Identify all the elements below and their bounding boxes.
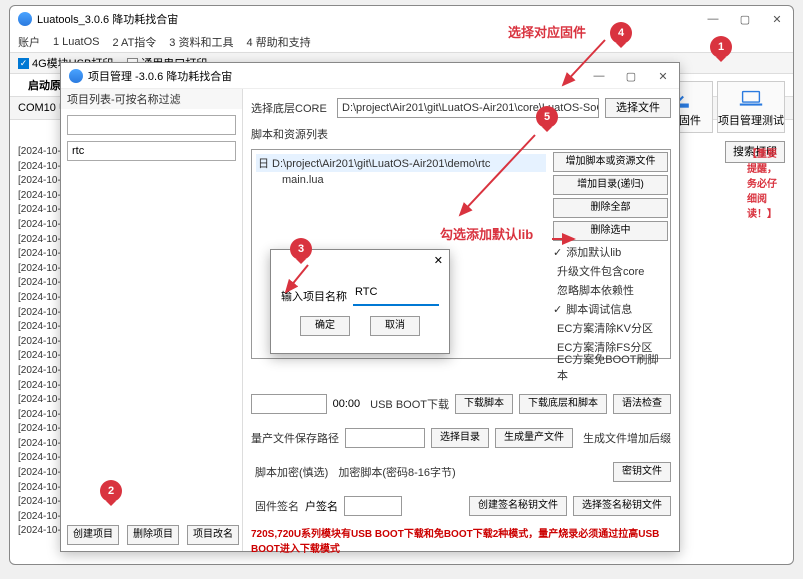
bubble-3: 3 — [290, 238, 312, 260]
maximize-icon[interactable]: ▢ — [729, 6, 761, 32]
gen-suffix-checkbox[interactable]: 生成文件增加后缀 — [579, 430, 671, 447]
download-script-button[interactable]: 下载脚本 — [455, 394, 513, 414]
sign-enable-checkbox[interactable]: 固件签名 — [251, 498, 299, 515]
mass-path-input[interactable] — [345, 428, 425, 448]
choose-keyfile-button[interactable]: 选择签名秘钥文件 — [573, 496, 671, 516]
close-icon[interactable]: ✕ — [761, 6, 793, 32]
project-name-label: 输入项目名称 — [281, 288, 347, 304]
close-icon[interactable]: ✕ — [434, 254, 443, 267]
tree-file[interactable]: main.lua — [256, 172, 546, 186]
core-label: 选择底层CORE — [251, 100, 331, 116]
mass-path-label: 量产文件保存路径 — [251, 430, 339, 446]
gen-mass-button[interactable]: 生成量产文件 — [495, 428, 573, 448]
create-project-button[interactable]: 创建项目 — [67, 525, 119, 545]
progress-input — [251, 394, 327, 414]
app-icon — [69, 69, 83, 83]
important-warning: 【重要提醒，务必仔细阅读！】 — [747, 145, 777, 220]
choose-dir-button[interactable]: 选择目录 — [431, 428, 489, 448]
cancel-button[interactable]: 取消 — [370, 316, 420, 336]
menu-item[interactable]: 3 资料和工具 — [169, 34, 233, 50]
add-dir-button[interactable]: 增加目录(递归) — [553, 175, 668, 195]
upgrade-core-checkbox[interactable]: 升级文件包含core — [553, 263, 668, 279]
menu-item[interactable]: 1 LuatOS — [53, 36, 99, 48]
project-name-input[interactable]: RTC — [353, 286, 439, 306]
encrypt-script-checkbox[interactable]: 加密脚本(密码8-16字节) — [334, 464, 455, 481]
laptop-icon — [737, 88, 765, 112]
maximize-icon[interactable]: ▢ — [615, 63, 647, 89]
delete-project-button[interactable]: 删除项目 — [127, 525, 179, 545]
script-list-label: 脚本和资源列表 — [251, 126, 331, 142]
ignore-deps-checkbox[interactable]: 忽略脚本依赖性 — [553, 282, 668, 298]
project-manage-button[interactable]: 项目管理测试 — [717, 81, 785, 133]
bubble-5: 5 — [536, 106, 558, 128]
debug-info-checkbox[interactable]: ✓脚本调试信息 — [553, 301, 668, 317]
menu-bar: 账户 1 LuatOS 2 AT指令 3 资料和工具 4 帮助和支持 — [10, 32, 793, 52]
bubble-1: 1 — [710, 36, 732, 58]
add-script-button[interactable]: 增加脚本或资源文件 — [553, 152, 668, 172]
ok-button[interactable]: 确定 — [300, 316, 350, 336]
delete-all-button[interactable]: 删除全部 — [553, 198, 668, 218]
menu-item[interactable]: 2 AT指令 — [112, 34, 156, 50]
create-keyfile-button[interactable]: 创建签名秘钥文件 — [469, 496, 567, 516]
time-label: 00:00 — [333, 398, 361, 410]
boot-mode-note: 720S,720U系列模块有USB BOOT下载和免BOOT下载2种模式，量产烧… — [251, 525, 671, 555]
choose-core-button[interactable]: 选择文件 — [605, 98, 671, 118]
rename-project-button[interactable]: 项目改名 — [187, 525, 239, 545]
sub-title: 项目管理 -3.0.6 降功耗找合宙 — [88, 68, 232, 84]
app-icon — [18, 12, 32, 26]
bubble-2: 2 — [100, 480, 122, 502]
project-item-rtc[interactable]: rtc — [67, 141, 236, 161]
sign-user-input[interactable] — [344, 496, 402, 516]
menu-item[interactable]: 账户 — [18, 34, 40, 50]
encrypt-enable-checkbox[interactable]: 脚本加密(慎选) — [251, 464, 328, 481]
main-title: Luatools_3.0.6 降功耗找合宙 — [37, 11, 178, 27]
key-file-button[interactable]: 密钥文件 — [613, 462, 671, 482]
close-icon[interactable]: ✕ — [647, 63, 679, 89]
usb-boot-checkbox[interactable]: USB BOOT下载 — [366, 396, 449, 413]
project-filter-input[interactable] — [67, 115, 236, 135]
add-default-lib-checkbox[interactable]: ✓添加默认lib — [553, 244, 668, 260]
annotation-text: 勾选添加默认lib — [440, 224, 533, 243]
ec-free-boot-checkbox[interactable]: EC方案免BOOT刷脚本 — [553, 358, 668, 375]
download-core-script-button[interactable]: 下载底层和脚本 — [519, 394, 607, 414]
menu-item[interactable]: 4 帮助和支持 — [246, 34, 310, 50]
minimize-icon[interactable]: — — [697, 6, 729, 32]
project-list-header: 项目列表-可按名称过滤 — [61, 89, 242, 109]
ec-clear-kv-checkbox[interactable]: EC方案清除KV分区 — [553, 320, 668, 336]
sign-label: 户签名 — [305, 498, 338, 514]
annotation-text: 选择对应固件 — [508, 22, 586, 41]
syntax-check-button[interactable]: 语法检查 — [613, 394, 671, 414]
core-path-input[interactable]: D:\project\Air201\git\LuatOS-Air201\core… — [337, 98, 599, 118]
bubble-4: 4 — [610, 22, 632, 44]
project-list-pane: 项目列表-可按名称过滤 rtc 创建项目 删除项目 项目改名 — [61, 89, 243, 551]
tree-folder[interactable]: 日 D:\project\Air201\git\LuatOS-Air201\de… — [256, 154, 546, 172]
minimize-icon[interactable]: — — [583, 63, 615, 89]
delete-selected-button[interactable]: 删除选中 — [553, 221, 668, 241]
